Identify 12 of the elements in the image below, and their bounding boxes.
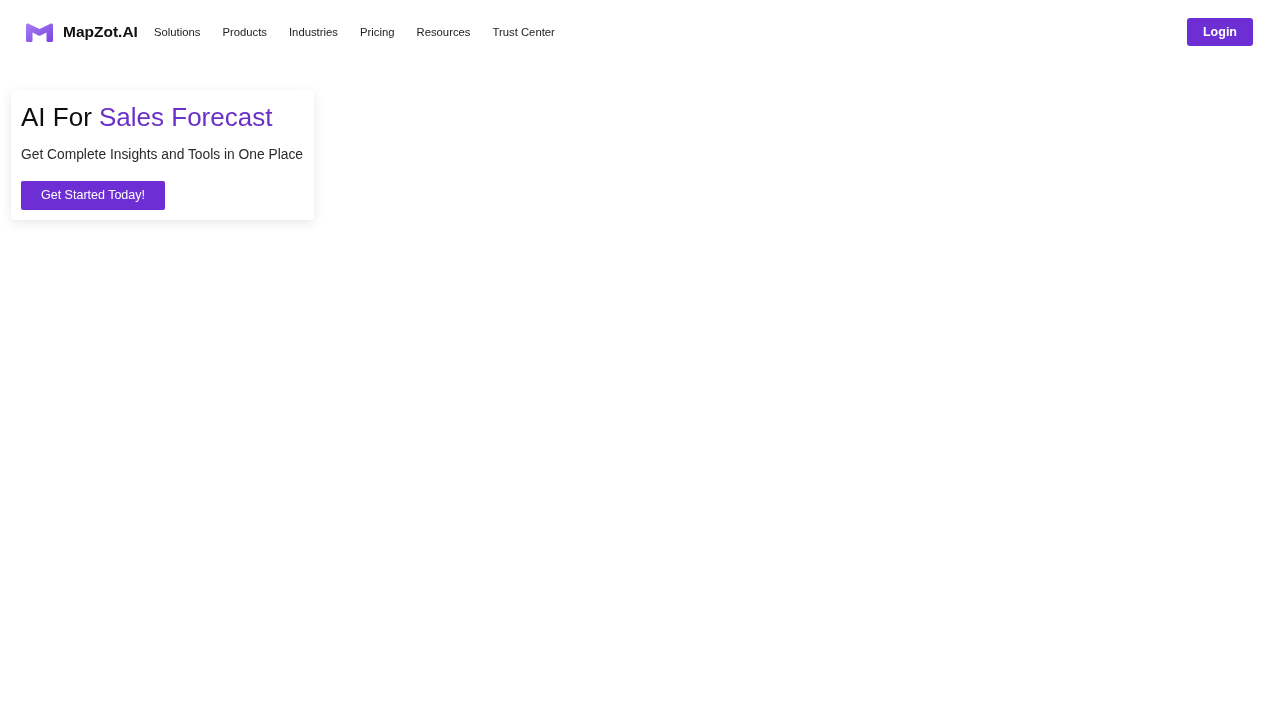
nav-link[interactable]: Industries <box>289 24 338 40</box>
login-button[interactable]: Login <box>1187 18 1253 46</box>
nav-link[interactable]: Trust Center <box>492 24 555 40</box>
get-started-button[interactable]: Get Started Today! <box>21 181 165 211</box>
brand-name[interactable]: MapZot.AI <box>63 22 138 42</box>
logo-icon <box>26 22 53 42</box>
nav-link[interactable]: Resources <box>416 24 471 40</box>
hero-heading: AI For Sales Forecast <box>21 102 274 134</box>
nav-link[interactable]: Solutions <box>153 24 201 40</box>
hero-subtitle: Get Complete Insights and Tools in One Place <box>21 146 303 165</box>
nav-link[interactable]: Products <box>222 24 267 40</box>
nav-link[interactable]: Pricing <box>359 24 395 40</box>
